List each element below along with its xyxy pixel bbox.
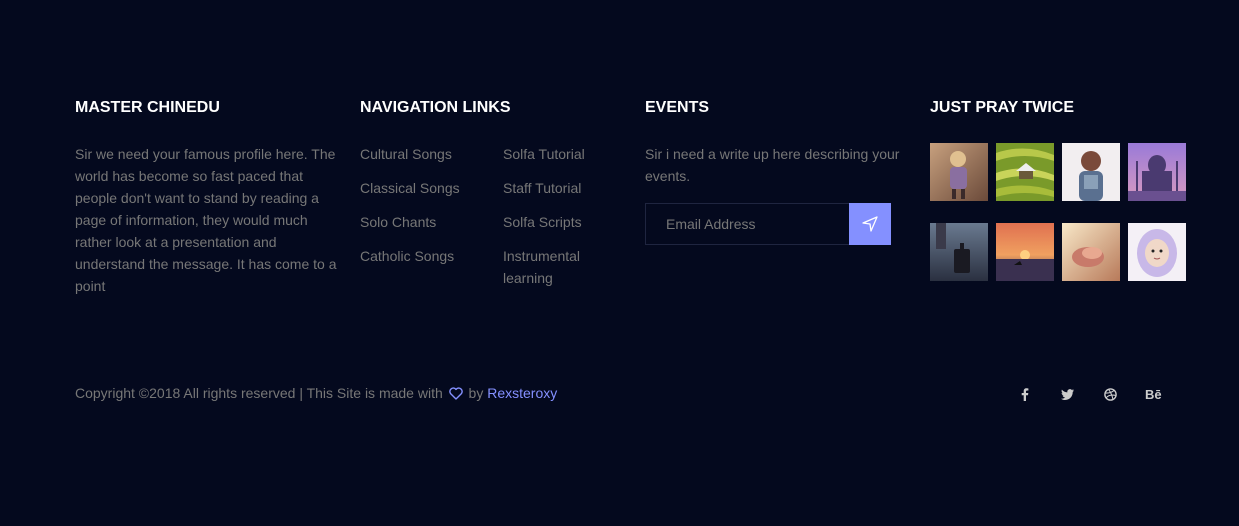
events-section: EVENTS Sir i need a write up here descri…: [645, 98, 907, 245]
behance-icon[interactable]: Bē: [1132, 386, 1175, 402]
gallery-grid: [930, 143, 1192, 281]
navigation-title: NAVIGATION LINKS: [360, 99, 511, 116]
events-title: EVENTS: [645, 99, 710, 116]
gallery-image-taj-mahal[interactable]: [1128, 143, 1186, 201]
nav-link-classical-songs[interactable]: Classical Songs: [360, 177, 503, 199]
copyright-text: Copyright ©2018 All rights reserved | Th…: [75, 385, 443, 401]
copyright-by: by: [468, 385, 484, 401]
svg-text:Bē: Bē: [1145, 388, 1162, 400]
subscribe-button[interactable]: [849, 203, 891, 245]
gallery-image-girl-backpack[interactable]: [1062, 143, 1120, 201]
social-links: Bē: [1003, 386, 1175, 402]
nav-link-solo-chants[interactable]: Solo Chants: [360, 211, 503, 233]
about-title: MASTER CHINEDU: [75, 99, 220, 116]
nav-link-solfa-scripts[interactable]: Solfa Scripts: [503, 211, 613, 233]
gallery-section: JUST PRAY TWICE: [930, 98, 1192, 281]
email-input[interactable]: [645, 203, 849, 245]
gallery-image-sunset-sea[interactable]: [996, 223, 1054, 281]
gallery-image-child-hood[interactable]: [1128, 223, 1186, 281]
facebook-icon[interactable]: [1003, 386, 1046, 402]
nav-list-left: Cultural Songs Classical Songs Solo Chan…: [360, 143, 503, 301]
events-text: Sir i need a write up here describing yo…: [645, 146, 900, 184]
about-section: MASTER CHINEDU Sir we need your famous p…: [75, 98, 337, 297]
gallery-image-traveler-suitcase[interactable]: [930, 223, 988, 281]
author-link[interactable]: Rexsteroxy: [487, 385, 557, 401]
navigation-section: NAVIGATION LINKS Cultural Songs Classica…: [360, 98, 620, 301]
heart-icon: [448, 387, 463, 400]
nav-link-staff-tutorial[interactable]: Staff Tutorial: [503, 177, 613, 199]
send-icon: [862, 216, 878, 232]
nav-link-catholic-songs[interactable]: Catholic Songs: [360, 245, 503, 267]
gallery-title: JUST PRAY TWICE: [930, 99, 1075, 116]
copyright: Copyright ©2018 All rights reserved | Th…: [75, 384, 557, 402]
twitter-icon[interactable]: [1046, 386, 1089, 402]
dribbble-icon[interactable]: [1089, 386, 1132, 402]
newsletter-form: [645, 203, 891, 245]
nav-link-cultural-songs[interactable]: Cultural Songs: [360, 143, 503, 165]
nav-link-instrumental-learning[interactable]: Instrumental learning: [503, 245, 613, 289]
nav-list-right: Solfa Tutorial Staff Tutorial Solfa Scri…: [503, 143, 613, 301]
gallery-image-rice-terrace-hut[interactable]: [996, 143, 1054, 201]
footer-bottom: Copyright ©2018 All rights reserved | Th…: [75, 384, 1175, 404]
about-text: Sir we need your famous profile here. Th…: [75, 146, 337, 294]
gallery-image-hands-sunlight[interactable]: [1062, 223, 1120, 281]
gallery-image-girl-walking[interactable]: [930, 143, 988, 201]
nav-link-solfa-tutorial[interactable]: Solfa Tutorial: [503, 143, 613, 165]
